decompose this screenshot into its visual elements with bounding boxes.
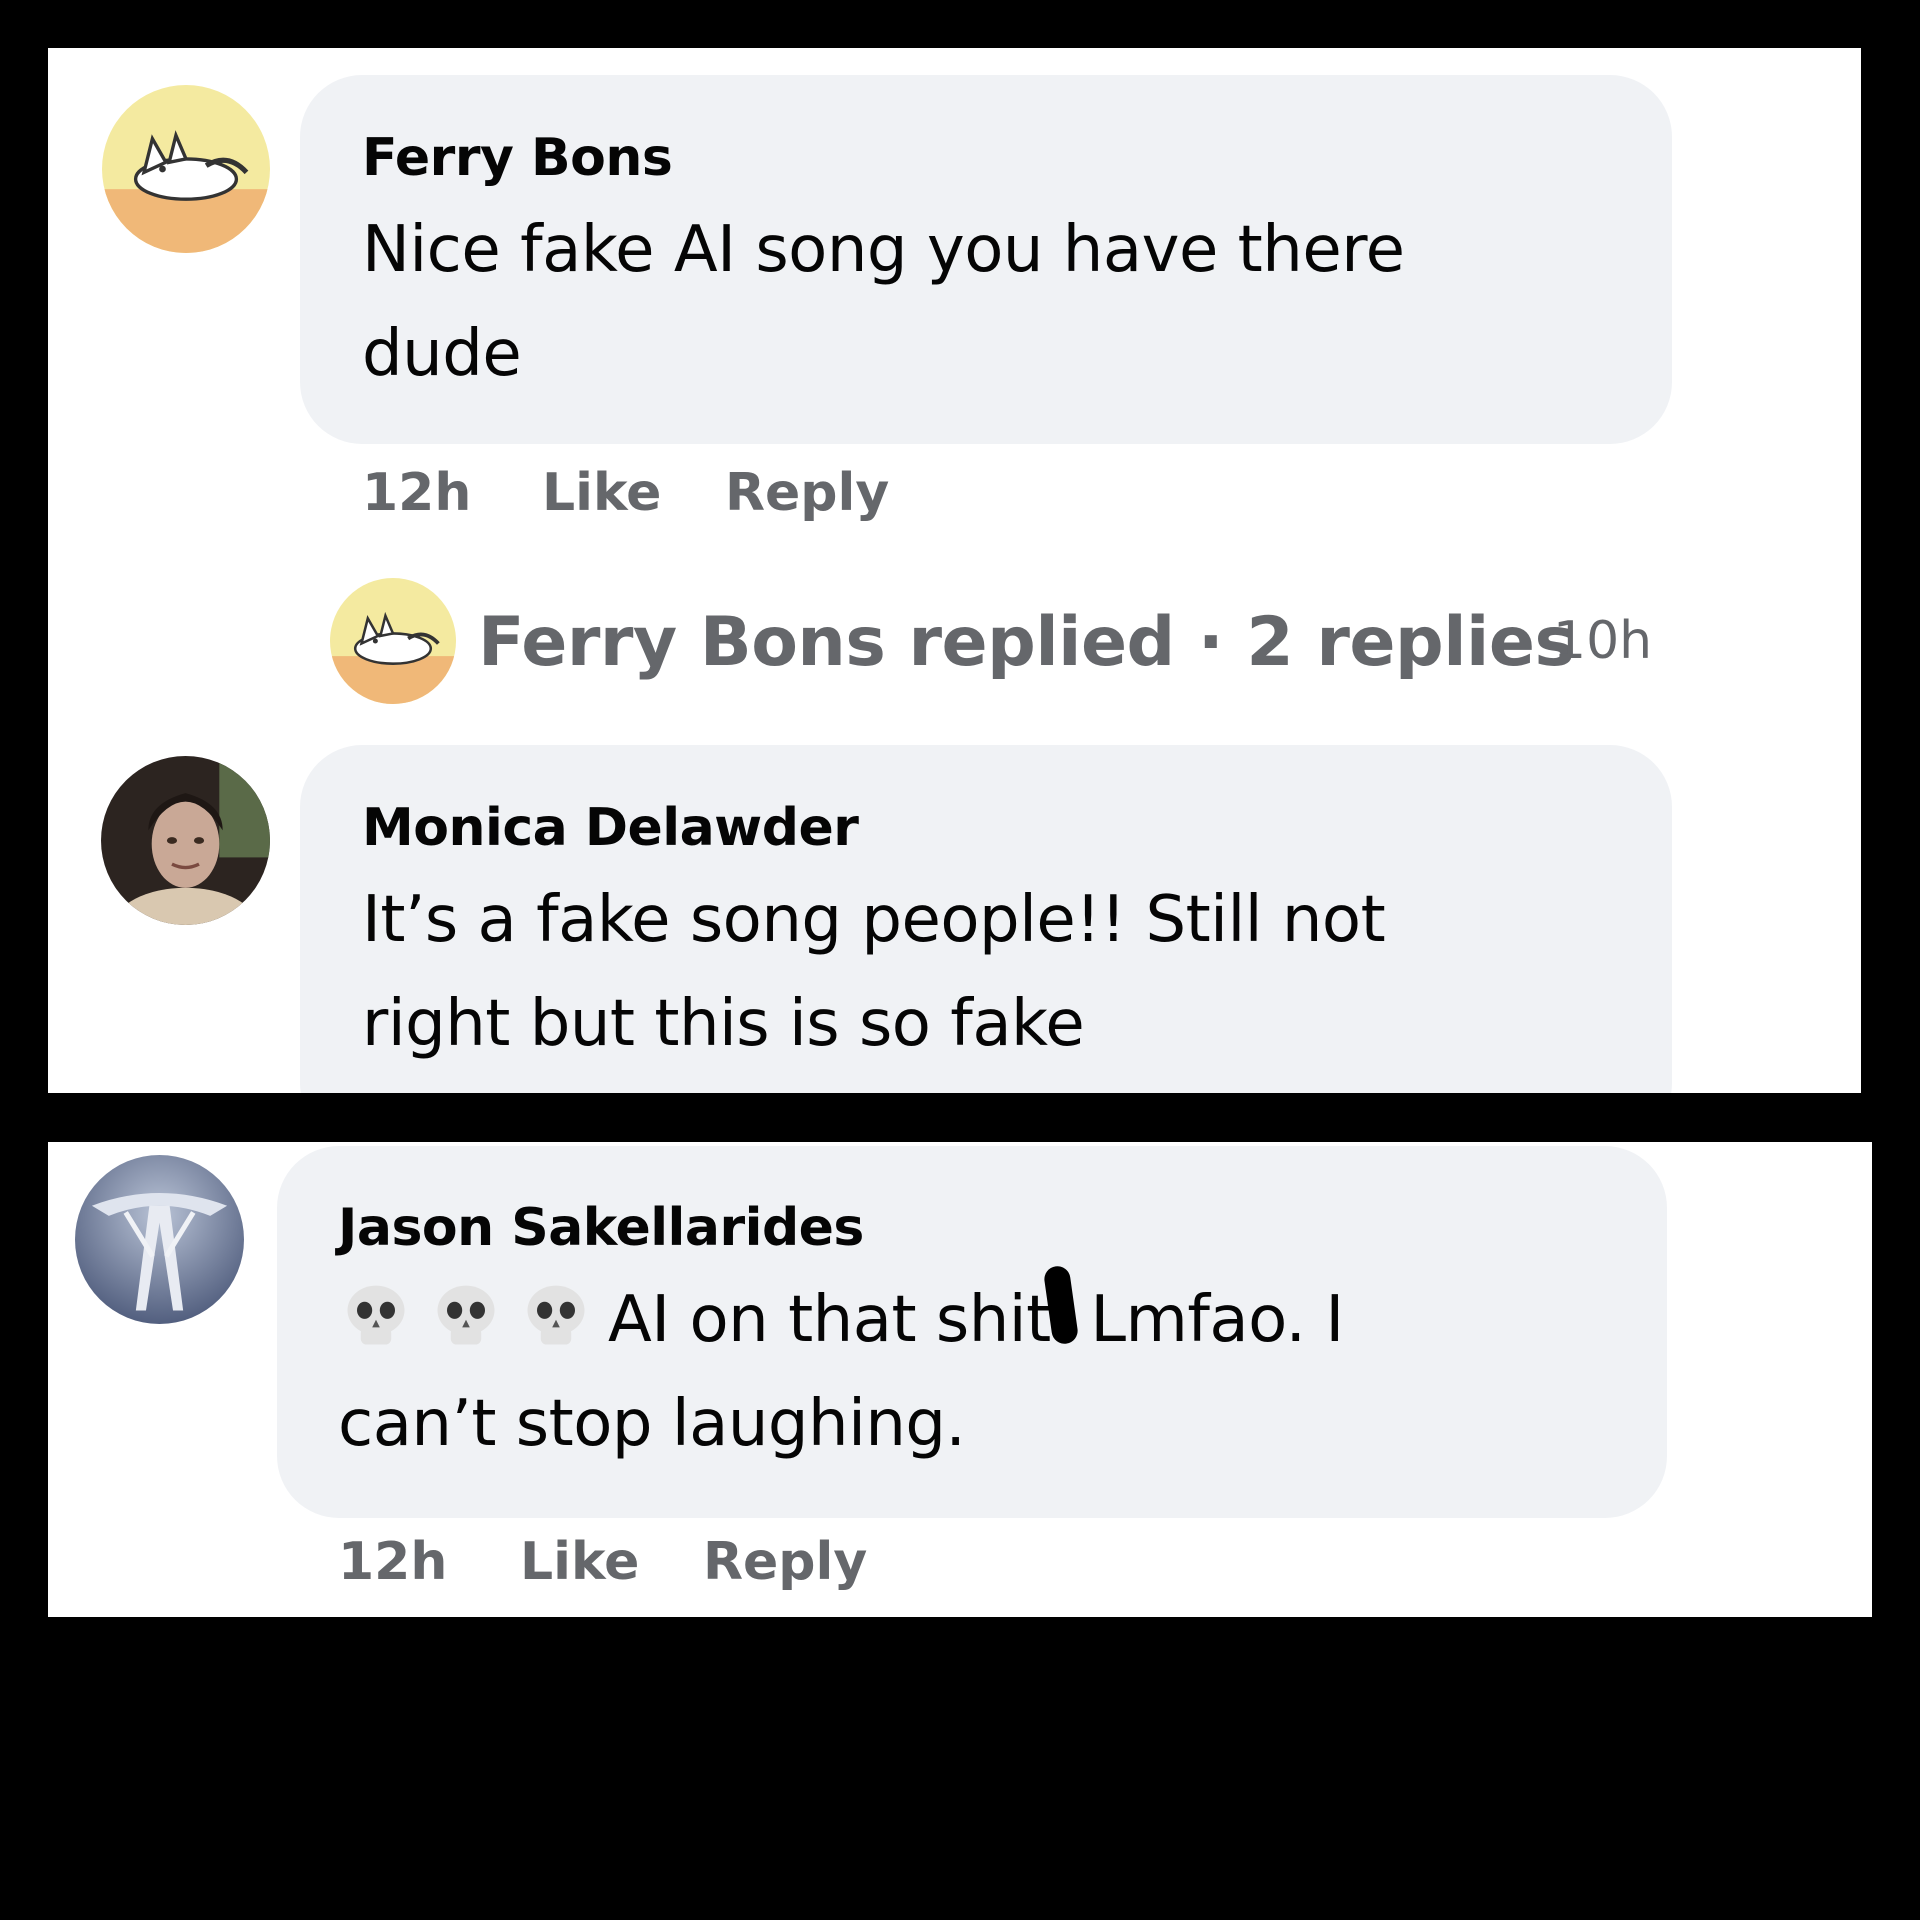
comment-text-line: It’s a fake song people!! Still not <box>362 883 1386 957</box>
cat-avatar-icon <box>330 578 456 704</box>
like-button[interactable]: Like <box>520 1532 639 1592</box>
comment-timestamp[interactable]: 12h <box>362 463 471 523</box>
comment-text-line: dude <box>362 317 522 391</box>
replies-summary-time: 10h <box>1553 611 1653 671</box>
comment-author[interactable]: Monica Delawder <box>362 798 859 858</box>
avatar-ferry-bons-small <box>330 578 456 704</box>
like-button[interactable]: Like <box>542 463 661 523</box>
avatar-monica-delawder[interactable] <box>101 756 270 925</box>
avatar-ferry-bons[interactable] <box>102 85 270 253</box>
comment-text: It’s a fake song people!! Still not righ… <box>362 868 1386 1076</box>
comment-author[interactable]: Ferry Bons <box>362 128 673 188</box>
comment-timestamp[interactable]: 12h <box>338 1532 447 1592</box>
replies-summary-label: Ferry Bons replied · 2 replies <box>478 603 1575 682</box>
comment-author[interactable]: Jason Sakellarides <box>338 1198 864 1258</box>
comment-text: AI on that shit. Lmfao. I can’t stop lau… <box>338 1268 1344 1476</box>
skull-icon <box>338 1278 428 1348</box>
reply-button[interactable]: Reply <box>703 1532 867 1592</box>
comments-panel-bottom: Jason Sakellarides AI on that shit. Lmfa… <box>48 1142 1872 1617</box>
skull-icon <box>428 1278 518 1348</box>
comment-text-line: right but this is so fake <box>362 987 1085 1061</box>
comments-panel-top: Ferry Bons Nice fake AI song you have th… <box>48 48 1861 1093</box>
comment-text-segment: AI on that sh <box>608 1283 1009 1357</box>
comment-text: Nice fake AI song you have there dude <box>362 198 1405 406</box>
person-avatar-icon <box>101 756 270 925</box>
comment-text-line: can’t stop laughing. <box>338 1387 966 1461</box>
cat-avatar-icon <box>102 85 270 253</box>
avatar-jason-sakellarides[interactable] <box>75 1155 244 1324</box>
reply-button[interactable]: Reply <box>725 463 889 523</box>
skull-icon <box>518 1278 608 1348</box>
comment-text-line: Nice fake AI song you have there <box>362 213 1405 287</box>
figure-avatar-icon <box>75 1155 244 1324</box>
